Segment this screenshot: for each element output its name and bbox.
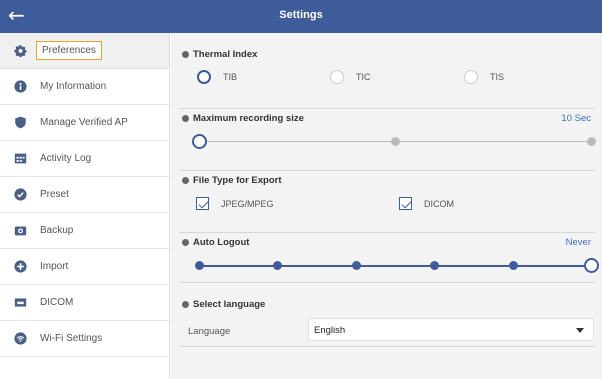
radio-tic[interactable]: TIC: [330, 70, 371, 84]
radio-tis[interactable]: TIS: [464, 70, 504, 84]
section-title: File Type for Export: [182, 175, 282, 186]
slider-step[interactable]: [429, 260, 439, 270]
bullet-icon: [182, 177, 189, 184]
sidebar-item-activity-log[interactable]: Activity Log: [0, 141, 169, 177]
radio-circle-icon: [330, 70, 344, 84]
sidebar-item-label: Backup: [40, 224, 74, 236]
sidebar-item-import[interactable]: Import: [0, 249, 169, 285]
sidebar-item-my-information[interactable]: My Information: [0, 69, 169, 105]
sidebar-item-dicom[interactable]: DICOM: [0, 285, 169, 321]
calendar-icon: [14, 152, 27, 165]
settings-content: Thermal Index TIB TIC TIS Maximum record…: [171, 33, 602, 379]
check-circle-icon: [14, 188, 27, 201]
sidebar: Preferences My Information Manage Verifi…: [0, 33, 170, 379]
backup-icon: [14, 224, 27, 237]
slider-track[interactable]: [199, 265, 591, 267]
language-value: English: [314, 325, 346, 336]
section-title: Select language: [182, 299, 265, 310]
slider-step[interactable]: [508, 260, 518, 270]
checkbox-jpeg-mpeg[interactable]: JPEG/MPEG: [196, 197, 274, 210]
sidebar-item-label: Preset: [40, 188, 69, 200]
sidebar-item-label: Manage Verified AP: [40, 116, 128, 128]
sidebar-item-label: My Information: [40, 80, 107, 92]
sidebar-item-label: Activity Log: [40, 152, 92, 164]
radio-circle-icon: [197, 70, 211, 84]
dropdown-arrow-icon: [576, 328, 584, 333]
section-title: Maximum recording size: [182, 113, 304, 124]
auto-logout-value: Never: [565, 237, 591, 248]
page-title: Settings: [279, 9, 323, 21]
checkmark-icon: [196, 197, 209, 210]
gear-icon: [14, 44, 27, 57]
section-title: Auto Logout: [182, 237, 249, 248]
slider-step[interactable]: [272, 260, 282, 270]
sidebar-item-manage-verified-ap[interactable]: Manage Verified AP: [0, 105, 169, 141]
sidebar-item-label: DICOM: [40, 296, 74, 308]
sidebar-item-label: Import: [40, 260, 69, 272]
slider-step[interactable]: [351, 260, 361, 270]
slider-step[interactable]: [390, 136, 400, 146]
bullet-icon: [182, 51, 189, 58]
sidebar-item-label: Preferences: [36, 40, 102, 60]
radio-circle-icon: [464, 70, 478, 84]
auto-logout-section: Auto Logout Never: [179, 237, 599, 283]
slider-thumb[interactable]: [583, 257, 599, 273]
section-title: Thermal Index: [182, 49, 257, 60]
max-recording-section: Maximum recording size 10 Sec: [179, 113, 596, 171]
slider-step[interactable]: [194, 260, 204, 270]
slider-step[interactable]: [586, 136, 596, 146]
user-info-icon: [14, 80, 27, 93]
plus-circle-icon: [14, 260, 27, 273]
shield-icon: [14, 116, 27, 129]
thermal-index-section: Thermal Index TIB TIC TIS: [179, 49, 595, 109]
bullet-icon: [182, 301, 189, 308]
sidebar-item-wifi-settings[interactable]: Wi-Fi Settings: [0, 321, 169, 357]
sidebar-item-label: Wi-Fi Settings: [40, 332, 103, 344]
sidebar-item-preset[interactable]: Preset: [0, 177, 169, 213]
language-select[interactable]: English: [308, 318, 594, 341]
header-bar: ← Settings: [0, 0, 602, 33]
checkbox-dicom[interactable]: DICOM: [399, 197, 454, 210]
dicom-icon: [14, 296, 27, 309]
max-recording-value: 10 Sec: [561, 113, 591, 124]
bullet-icon: [182, 115, 189, 122]
sidebar-item-preferences[interactable]: Preferences: [0, 33, 169, 69]
bullet-icon: [182, 239, 189, 246]
checkmark-icon: [399, 197, 412, 210]
radio-tib[interactable]: TIB: [197, 70, 237, 84]
export-type-section: File Type for Export JPEG/MPEG DICOM: [179, 175, 595, 233]
wifi-icon: [14, 332, 27, 345]
sidebar-item-backup[interactable]: Backup: [0, 213, 169, 249]
language-label: Language: [188, 326, 231, 337]
slider-thumb[interactable]: [191, 133, 207, 149]
